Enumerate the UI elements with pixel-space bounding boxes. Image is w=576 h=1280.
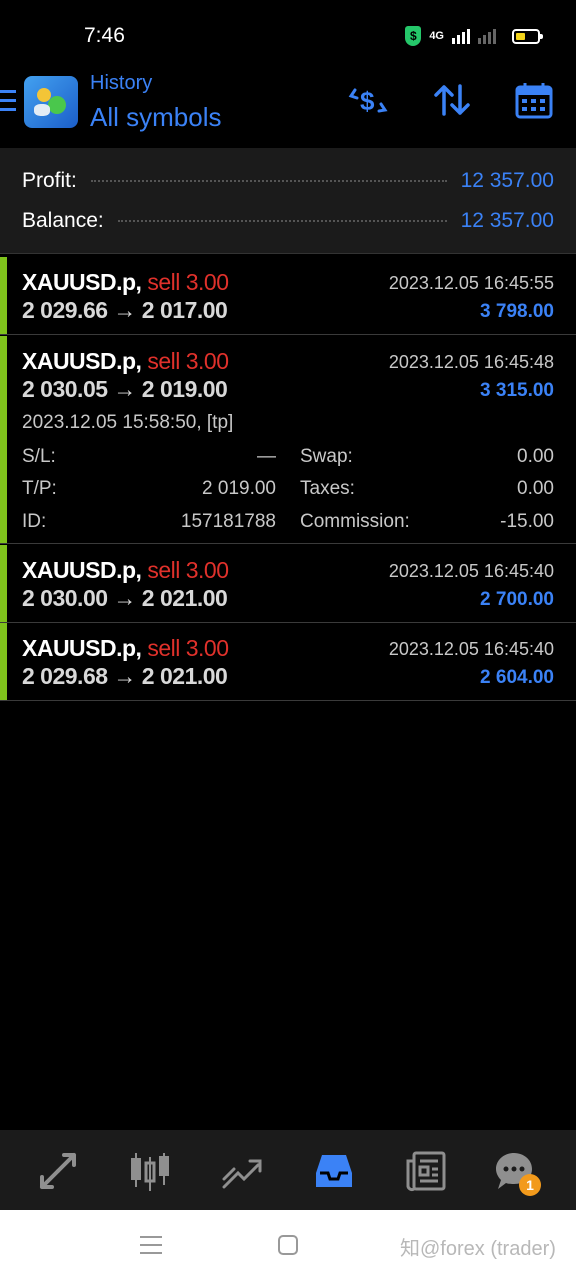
commission-value: -15.00	[500, 511, 554, 532]
deal-symbol: XAUUSD.p, sell 3.00	[22, 348, 229, 374]
deal-profit: 3 315.00	[480, 380, 554, 401]
summary-panel: Profit: 12 357.00 Balance: 12 357.00	[0, 148, 576, 254]
deal-prices: 2 029.66 → 2 017.00	[22, 297, 228, 323]
deal-symbol: XAUUSD.p, sell 3.00	[22, 557, 229, 583]
profit-row: Profit: 12 357.00	[22, 166, 554, 196]
dotted-leader	[90, 180, 447, 182]
tp-value: 2 019.00	[202, 478, 276, 499]
calendar-icon[interactable]	[512, 78, 556, 122]
signal-icon-secondary	[478, 28, 496, 44]
shield-icon: $	[405, 26, 422, 46]
home-icon[interactable]	[278, 1235, 298, 1255]
page-title: History	[90, 72, 153, 94]
system-nav-bar: 知@forex (trader)	[0, 1210, 576, 1280]
swap-label: Swap:	[300, 446, 353, 467]
taxes-value: 0.00	[517, 478, 554, 499]
profit-indicator	[0, 623, 7, 700]
deal-type: sell 3.00	[147, 348, 229, 374]
watermark: 知@forex (trader)	[400, 1238, 556, 1260]
chat-badge: 1	[519, 1174, 541, 1196]
status-bar: 7:46 $ 4G	[0, 0, 576, 68]
deal-type: sell 3.00	[147, 269, 229, 295]
profit-label: Profit:	[22, 169, 77, 192]
deal-profit: 2 604.00	[480, 667, 554, 688]
deal-open-time: 2023.12.05 15:58:50, [tp]	[22, 412, 234, 433]
balance-label: Balance:	[22, 209, 104, 232]
deal-profit: 3 798.00	[480, 301, 554, 322]
sl-label: S/L:	[22, 446, 56, 467]
deal-datetime: 2023.12.05 16:45:40	[388, 561, 554, 581]
recent-apps-icon[interactable]	[140, 1236, 162, 1254]
status-icons: $ 4G	[405, 26, 543, 46]
deal-row[interactable]: XAUUSD.p, sell 3.00 2 029.66 → 2 017.00 …	[0, 257, 576, 335]
trade-icon[interactable]	[219, 1148, 265, 1194]
swap-value: 0.00	[517, 446, 554, 467]
deal-prices: 2 030.00 → 2 021.00	[22, 585, 228, 611]
deal-datetime: 2023.12.05 16:45:40	[388, 639, 554, 659]
id-label: ID:	[22, 511, 47, 532]
signal-icon	[452, 28, 470, 44]
deal-prices: 2 029.68 → 2 021.00	[22, 663, 228, 689]
chat-icon[interactable]: 1	[491, 1148, 541, 1196]
profit-indicator	[0, 257, 7, 334]
taxes-label: Taxes:	[300, 478, 355, 499]
deal-datetime: 2023.12.05 16:45:55	[388, 273, 554, 293]
deal-datetime: 2023.12.05 16:45:48	[388, 352, 554, 372]
tp-label: T/P:	[22, 478, 57, 499]
deal-prices: 2 030.05 → 2 019.00	[22, 376, 228, 402]
deal-type: sell 3.00	[147, 557, 229, 583]
deal-symbol: XAUUSD.p, sell 3.00	[22, 635, 229, 661]
profit-indicator	[0, 545, 7, 622]
sort-icon[interactable]	[430, 78, 474, 122]
id-value: 157181788	[180, 511, 276, 532]
dollar-exchange-icon[interactable]: $	[346, 78, 390, 122]
balance-row: Balance: 12 357.00	[22, 206, 554, 236]
sl-value: —	[257, 446, 276, 467]
symbol-filter[interactable]: All symbols	[90, 102, 221, 133]
svg-text:$: $	[360, 86, 375, 116]
deal-row-expanded[interactable]: XAUUSD.p, sell 3.00 2 030.05 → 2 019.00 …	[0, 336, 576, 544]
battery-icon	[512, 28, 543, 44]
bottom-nav: 1	[0, 1130, 576, 1210]
menu-icon[interactable]	[0, 90, 16, 114]
deal-type: sell 3.00	[147, 635, 229, 661]
deal-row[interactable]: XAUUSD.p, sell 3.00 2 029.68 → 2 021.00 …	[0, 623, 576, 701]
balance-value: 12 357.00	[460, 209, 554, 232]
quotes-icon[interactable]	[35, 1148, 81, 1194]
deal-profit: 2 700.00	[480, 589, 554, 610]
status-time: 7:46	[84, 24, 125, 47]
history-icon[interactable]	[311, 1148, 357, 1194]
dotted-leader	[117, 220, 447, 222]
profit-indicator	[0, 336, 7, 543]
commission-label: Commission:	[300, 511, 410, 532]
profit-value: 12 357.00	[460, 169, 554, 192]
chart-icon[interactable]	[127, 1148, 173, 1194]
app-header: History All symbols $	[0, 68, 576, 148]
network-type: 4G	[429, 30, 444, 42]
deal-symbol: XAUUSD.p, sell 3.00	[22, 269, 229, 295]
deal-row[interactable]: XAUUSD.p, sell 3.00 2 030.00 → 2 021.00 …	[0, 545, 576, 623]
news-icon[interactable]	[403, 1148, 449, 1194]
app-logo[interactable]	[24, 76, 78, 128]
